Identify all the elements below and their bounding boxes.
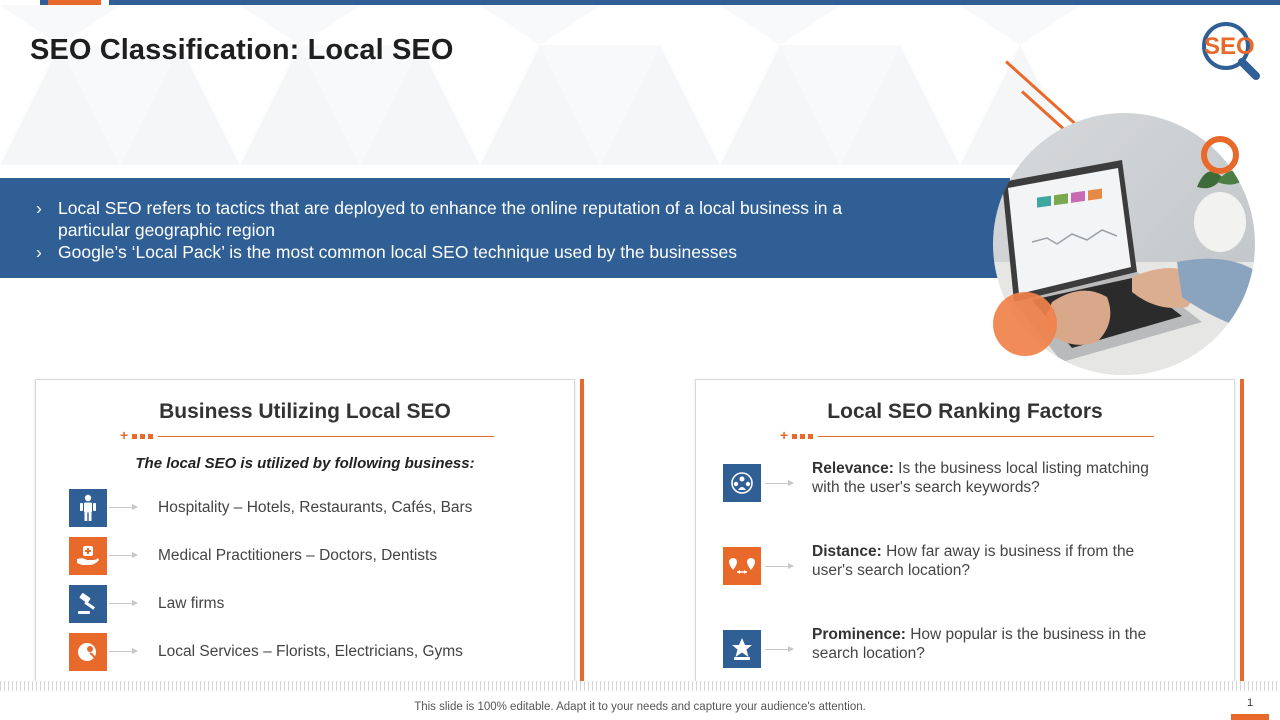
ranking-factors-card: Local SEO Ranking Factors + Relevance: I… [695, 379, 1235, 682]
divider-dot [808, 434, 813, 439]
medical-hand-icon [69, 537, 107, 575]
list-item-text: Law firms [158, 595, 225, 612]
seo-magnifier-logo-icon: SEO [1202, 22, 1260, 80]
list-item-text: Local Services – Florists, Electricians,… [158, 643, 463, 660]
list-item: Medical Practitioners – Doctors, Dentist… [69, 537, 549, 575]
logo-text: SEO [1204, 33, 1255, 60]
divider-line [158, 436, 494, 437]
factor-text: Relevance: Is the business local listing… [812, 459, 1157, 497]
title-divider: + [120, 427, 494, 443]
page-number-bar [1231, 714, 1269, 720]
list-item: Hospitality – Hotels, Restaurants, Cafés… [69, 489, 549, 527]
arrow-right-icon [109, 552, 138, 558]
factor-text: Prominence: How popular is the business … [812, 625, 1157, 663]
list-item: Local Services – Florists, Electricians,… [69, 633, 549, 671]
intro-bullet: › Google’s ‘Local Pack’ is the most comm… [36, 241, 916, 263]
slide-title: SEO Classification: Local SEO [30, 34, 454, 66]
plus-icon: + [780, 427, 789, 443]
business-card-subtitle: The local SEO is utilized by following b… [135, 455, 475, 472]
ranking-factors-title: Local SEO Ranking Factors [827, 400, 1103, 423]
divider-dot [792, 434, 797, 439]
list-item: Law firms [69, 585, 549, 623]
star-person-icon [723, 630, 761, 668]
divider-dot [132, 434, 137, 439]
arrow-right-icon [109, 600, 138, 606]
arrow-right-icon [109, 504, 138, 510]
arrow-right-icon [765, 646, 794, 652]
list-item-text: Hospitality – Hotels, Restaurants, Cafés… [158, 499, 473, 516]
bottom-dotted-strip [0, 681, 1280, 691]
decorative-circle [993, 292, 1057, 356]
intro-bullet: › Local SEO refers to tactics that are d… [36, 197, 916, 241]
arrow-right-icon [109, 648, 138, 654]
plus-icon: + [120, 427, 129, 443]
card-accent-bar [580, 379, 584, 682]
arrow-right-icon [765, 480, 794, 486]
business-card-title: Business Utilizing Local SEO [159, 400, 451, 423]
divider-dot [148, 434, 153, 439]
chevron-right-icon: › [36, 242, 42, 262]
list-item-text: Medical Practitioners – Doctors, Dentist… [158, 547, 438, 564]
page-number: 1 [1246, 697, 1254, 709]
divider-dot [140, 434, 145, 439]
divider-line [818, 436, 1154, 437]
gavel-icon [69, 585, 107, 623]
person-icon [69, 489, 107, 527]
factor-label: Relevance: [812, 460, 894, 477]
card-accent-bar [1240, 379, 1244, 682]
intro-bullet-text: Local SEO refers to tactics that are dep… [58, 198, 843, 240]
divider-dot [800, 434, 805, 439]
footer-text: This slide is 100% editable. Adapt it to… [414, 701, 866, 713]
title-divider: + [780, 427, 1154, 443]
location-distance-icon [723, 547, 761, 585]
business-card: Business Utilizing Local SEO + The local… [35, 379, 575, 682]
chevron-right-icon: › [36, 198, 42, 218]
service-icon [69, 633, 107, 671]
intro-band: › Local SEO refers to tactics that are d… [0, 178, 1010, 278]
arrow-right-icon [765, 563, 794, 569]
intro-bullet-text: Google’s ‘Local Pack’ is the most common… [58, 242, 737, 262]
people-group-icon [723, 464, 761, 502]
factor-label: Distance: [812, 543, 882, 560]
factor-label: Prominence: [812, 626, 906, 643]
decorative-ring [1201, 136, 1239, 174]
factor-text: Distance: How far away is business if fr… [812, 542, 1157, 580]
